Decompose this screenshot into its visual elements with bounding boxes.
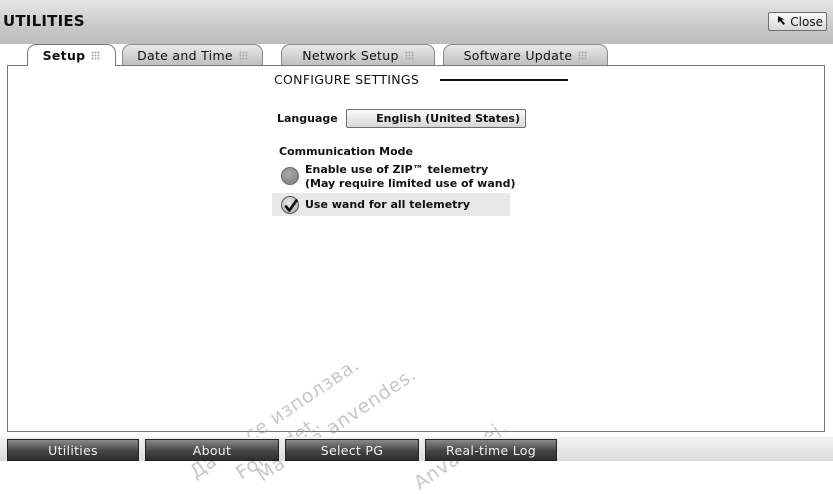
wand-telemetry-label: Use wand for all telemetry (305, 198, 471, 211)
tab-label: Software Update (463, 47, 573, 63)
grip-dots-icon (578, 50, 588, 60)
nav-label: Real-time Log (446, 442, 536, 458)
zip-telemetry-radio[interactable] (281, 167, 299, 185)
tab-label: Date and Time (137, 47, 233, 63)
title-bar (0, 0, 833, 44)
grip-dots-icon (404, 50, 414, 60)
section-divider (440, 79, 568, 81)
tab-network-setup[interactable]: Network Setup (281, 44, 435, 65)
utilities-nav-button[interactable]: Utilities (7, 439, 139, 461)
wand-telemetry-radio[interactable] (281, 196, 299, 214)
language-value: English (United States) (376, 112, 520, 125)
tab-setup[interactable]: Setup (27, 44, 116, 66)
zip-telemetry-note: (May require limited use of wand) (305, 177, 516, 190)
close-button[interactable]: Close (768, 12, 827, 31)
nav-label: Utilities (48, 442, 98, 458)
grip-dots-icon (238, 50, 248, 60)
arrow-pointer-icon (777, 15, 790, 29)
select-pg-nav-button[interactable]: Select PG (285, 439, 419, 461)
close-label: Close (790, 14, 823, 29)
tab-date-and-time[interactable]: Date and Time (122, 44, 263, 65)
about-nav-button[interactable]: About (145, 439, 279, 461)
language-label: Language (277, 112, 338, 125)
grip-dots-icon (91, 51, 101, 60)
nav-label: About (192, 442, 232, 458)
tab-label: Network Setup (302, 47, 399, 63)
zip-telemetry-label: Enable use of ZIP™ telemetry (305, 163, 489, 176)
language-select-button[interactable]: English (United States) (346, 109, 526, 128)
real-time-log-nav-button[interactable]: Real-time Log (425, 439, 557, 461)
communication-mode-label: Communication Mode (279, 145, 414, 158)
tab-software-update[interactable]: Software Update (443, 44, 608, 65)
nav-label: Select PG (320, 442, 384, 458)
window-title: UTILITIES (3, 12, 85, 30)
checkmark-icon (284, 198, 298, 217)
section-title: CONFIGURE SETTINGS (274, 72, 420, 87)
tab-label: Setup (42, 48, 86, 63)
